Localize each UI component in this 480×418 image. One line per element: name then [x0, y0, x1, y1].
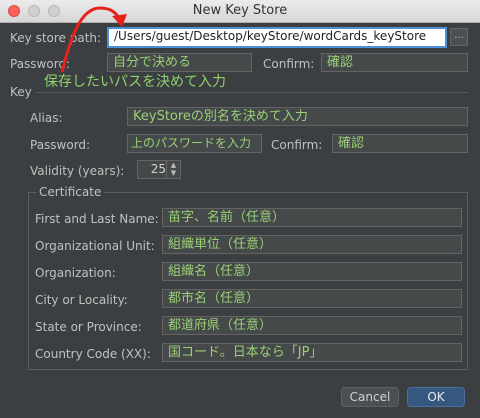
country-code-input[interactable]: 国コード。日本なら「JP」	[162, 343, 462, 362]
validity-value[interactable]: 25	[138, 161, 166, 178]
key-password-label: Password:	[30, 138, 91, 152]
city-input[interactable]: 都市名（任意）	[162, 289, 462, 308]
key-section-label: Key	[10, 85, 32, 99]
org-unit-label: Organizational Unit:	[35, 239, 155, 253]
state-input[interactable]: 都道府県（任意）	[162, 316, 462, 335]
organization-label: Organization:	[35, 266, 116, 280]
key-password-input[interactable]: 上のパスワードを入力	[127, 134, 262, 153]
key-confirm-label: Confirm:	[271, 138, 323, 152]
city-label: City or Locality:	[35, 293, 128, 307]
key-section-divider	[36, 92, 468, 93]
alias-label: Alias:	[30, 111, 63, 125]
alias-input[interactable]: KeyStoreの別名を決めて入力	[127, 107, 468, 126]
state-label: State or Province:	[35, 320, 142, 334]
validity-spinner[interactable]: 25 ▲ ▼	[137, 160, 181, 179]
organization-input[interactable]: 組織名（任意）	[162, 262, 462, 281]
cancel-button[interactable]: Cancel	[341, 387, 399, 407]
first-last-name-label: First and Last Name:	[35, 212, 159, 226]
certificate-title: Certificate	[36, 185, 105, 199]
validity-label: Validity (years):	[30, 164, 125, 178]
spinner-arrows-icon[interactable]: ▲ ▼	[166, 161, 180, 178]
org-unit-input[interactable]: 組織単位（任意）	[162, 235, 462, 254]
first-last-name-input[interactable]: 苗字、名前（任意）	[162, 208, 462, 227]
ok-button[interactable]: OK	[407, 387, 465, 407]
country-code-label: Country Code (XX):	[35, 347, 151, 361]
key-confirm-input[interactable]: 確認	[332, 134, 468, 153]
